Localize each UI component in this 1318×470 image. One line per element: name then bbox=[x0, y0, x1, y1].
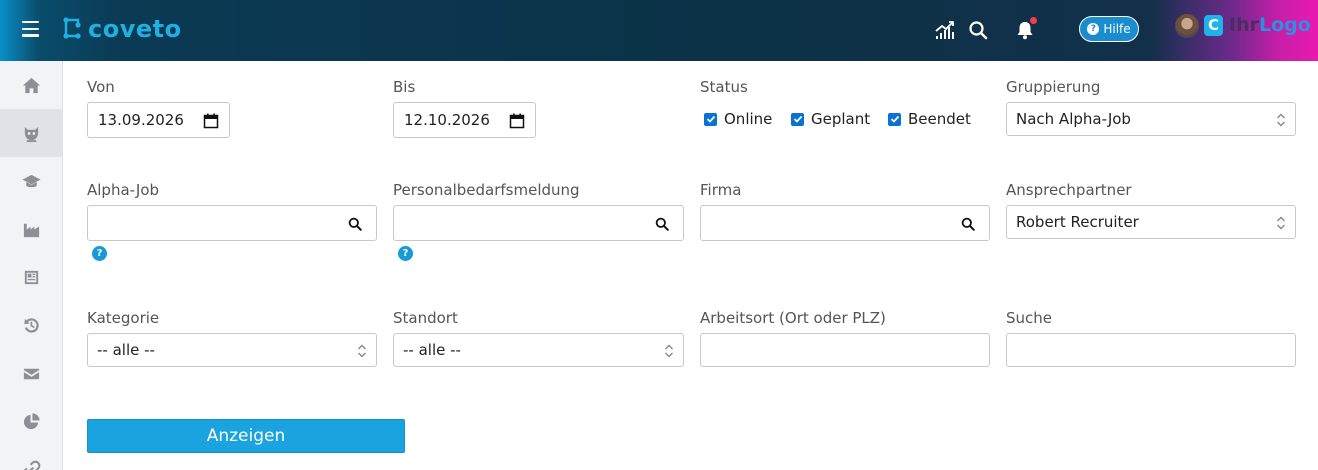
sidebar-item-education[interactable] bbox=[0, 157, 63, 205]
sidebar-item-jobs[interactable] bbox=[0, 109, 63, 157]
sidebar bbox=[0, 61, 63, 470]
suche-input[interactable] bbox=[1006, 333, 1296, 367]
newspaper-icon bbox=[24, 270, 39, 284]
von-date-value: 13.09.2026 bbox=[98, 111, 184, 129]
chart-icon[interactable] bbox=[934, 19, 956, 41]
logo-text: coveto bbox=[88, 15, 182, 43]
firma-label: Firma bbox=[700, 181, 742, 199]
ansprechpartner-select[interactable]: Robert Recruiter bbox=[1006, 205, 1296, 239]
sidebar-item-history[interactable] bbox=[0, 301, 63, 349]
von-date-input[interactable]: 13.09.2026 bbox=[87, 102, 230, 138]
checkmark-icon[interactable] bbox=[704, 112, 717, 126]
search-icon[interactable] bbox=[655, 217, 669, 231]
standort-select[interactable]: -- alle -- bbox=[393, 333, 684, 367]
gruppierung-label: Gruppierung bbox=[1006, 78, 1101, 96]
brand-c-icon: C bbox=[1204, 14, 1223, 36]
sidebar-item-reports[interactable] bbox=[0, 397, 63, 445]
kategorie-select[interactable]: -- alle -- bbox=[87, 333, 377, 367]
select-arrows-icon bbox=[665, 344, 673, 358]
status-online-checkbox[interactable]: Online bbox=[704, 110, 772, 128]
kategorie-label: Kategorie bbox=[87, 309, 160, 327]
search-icon[interactable] bbox=[961, 217, 975, 231]
suche-label: Suche bbox=[1006, 309, 1053, 327]
brand-ihr-text: Ihr bbox=[1229, 14, 1259, 36]
sidebar-item-mail[interactable] bbox=[0, 349, 63, 397]
question-icon: ? bbox=[1087, 23, 1100, 35]
bis-date-value: 12.10.2026 bbox=[404, 111, 490, 129]
personalbedarf-input[interactable] bbox=[393, 205, 684, 241]
status-beendet-label: Beendet bbox=[908, 110, 971, 128]
sidebar-item-home[interactable] bbox=[0, 61, 63, 109]
arbeitsort-label: Arbeitsort (Ort oder PLZ) bbox=[700, 309, 886, 327]
customer-logo: C Ihr Logo bbox=[1204, 14, 1311, 36]
sidebar-item-links[interactable] bbox=[0, 445, 63, 470]
kategorie-value: -- alle -- bbox=[97, 341, 155, 359]
top-bar: coveto ? Hilfe C Ihr Logo bbox=[0, 0, 1318, 61]
arbeitsort-input[interactable] bbox=[700, 333, 990, 367]
robot-icon bbox=[24, 126, 39, 142]
ansprechpartner-label: Ansprechpartner bbox=[1006, 181, 1132, 199]
help-label: Hilfe bbox=[1103, 22, 1131, 36]
select-arrows-icon bbox=[358, 344, 366, 358]
app-logo[interactable]: coveto bbox=[62, 14, 182, 44]
bis-date-input[interactable]: 12.10.2026 bbox=[393, 102, 536, 138]
standort-label: Standort bbox=[393, 309, 458, 327]
hamburger-icon[interactable] bbox=[22, 21, 39, 37]
logo-mark-icon bbox=[63, 17, 81, 39]
factory-icon bbox=[23, 223, 40, 237]
status-geplant-checkbox[interactable]: Geplant bbox=[791, 110, 870, 128]
pie-chart-icon bbox=[23, 412, 40, 429]
bell-icon[interactable] bbox=[1014, 17, 1037, 41]
personalbedarf-label: Personalbedarfsmeldung bbox=[393, 181, 580, 199]
calendar-icon[interactable] bbox=[203, 113, 219, 129]
status-beendet-checkbox[interactable]: Beendet bbox=[888, 110, 971, 128]
checkmark-icon[interactable] bbox=[791, 112, 804, 126]
graduation-cap-icon bbox=[22, 174, 41, 187]
home-icon bbox=[22, 77, 41, 93]
checkmark-icon[interactable] bbox=[888, 112, 901, 126]
envelope-icon bbox=[23, 368, 40, 379]
sidebar-item-news[interactable] bbox=[0, 253, 63, 301]
alpha-job-label: Alpha-Job bbox=[87, 181, 160, 199]
search-icon[interactable] bbox=[967, 19, 989, 41]
alpha-job-help-icon[interactable]: ? bbox=[92, 246, 107, 261]
notification-badge bbox=[1030, 17, 1037, 24]
link-icon bbox=[23, 460, 41, 470]
select-arrows-icon bbox=[1277, 216, 1285, 230]
status-geplant-label: Geplant bbox=[811, 110, 871, 128]
status-label: Status bbox=[700, 78, 748, 96]
select-arrows-icon bbox=[1277, 113, 1285, 127]
status-online-label: Online bbox=[724, 110, 773, 128]
avatar[interactable] bbox=[1175, 14, 1199, 38]
search-icon[interactable] bbox=[348, 217, 362, 231]
gruppierung-value: Nach Alpha-Job bbox=[1016, 110, 1131, 128]
von-label: Von bbox=[87, 78, 115, 96]
sidebar-item-companies[interactable] bbox=[0, 205, 63, 253]
help-button[interactable]: ? Hilfe bbox=[1079, 16, 1139, 42]
bis-label: Bis bbox=[393, 78, 416, 96]
personalbedarf-help-icon[interactable]: ? bbox=[398, 246, 413, 261]
alpha-job-input[interactable] bbox=[87, 205, 377, 241]
anzeigen-button[interactable]: Anzeigen bbox=[87, 419, 405, 453]
brand-logo-text: Logo bbox=[1258, 14, 1311, 36]
history-icon bbox=[24, 317, 39, 333]
gruppierung-select[interactable]: Nach Alpha-Job bbox=[1006, 102, 1296, 136]
standort-value: -- alle -- bbox=[403, 341, 461, 359]
ansprechpartner-value: Robert Recruiter bbox=[1016, 213, 1139, 231]
firma-input[interactable] bbox=[700, 205, 990, 241]
calendar-icon[interactable] bbox=[509, 113, 525, 129]
